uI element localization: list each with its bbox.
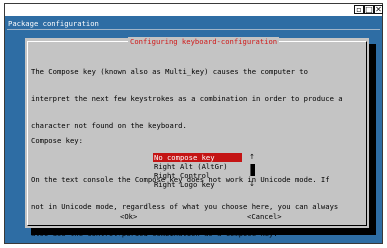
option-right-control[interactable]: Right Control — [153, 171, 242, 180]
option-right-alt[interactable]: Right Alt (AltGr) — [153, 162, 242, 171]
compose-key-list[interactable]: No compose key Right Alt (AltGr) Right C… — [153, 153, 243, 189]
terminal-screen: Package configuration Configuring keyboa… — [5, 16, 382, 243]
scroll-up-arrow-icon[interactable]: ↑ — [249, 153, 255, 161]
dialog-title-text: Configuring keyboard-configuration — [130, 37, 278, 46]
option-no-compose-key[interactable]: No compose key — [153, 153, 242, 162]
description-line: interpret the next few keystrokes as a c… — [31, 94, 343, 103]
terminal-window: ▫ □ ✕ Package configuration Configuring … — [4, 3, 383, 244]
close-icon: ✕ — [375, 5, 382, 14]
minimize-icon: ▫ — [356, 5, 362, 14]
close-button[interactable]: ✕ — [374, 5, 383, 14]
minimize-button[interactable]: ▫ — [354, 5, 364, 14]
maximize-button[interactable]: □ — [364, 5, 374, 14]
scroll-down-arrow-icon[interactable]: ↓ — [249, 180, 255, 188]
scrollbar-thumb[interactable] — [250, 164, 255, 176]
compose-key-prompt: Compose key: — [31, 136, 83, 145]
description-line: also use the Control+period combination … — [31, 229, 278, 238]
title-divider — [7, 29, 380, 30]
description-line: character not found on the keyboard. — [31, 121, 187, 130]
description-line: The Compose key (known also as Multi_key… — [31, 67, 308, 76]
package-configuration-title: Package configuration — [8, 19, 99, 28]
cancel-button[interactable]: <Cancel> — [247, 212, 282, 221]
dialog-title: Configuring keyboard-configuration — [128, 37, 280, 46]
ok-button[interactable]: <Ok> — [120, 212, 137, 221]
configuration-dialog: Configuring keyboard-configuration The C… — [25, 37, 369, 238]
list-scrollbar[interactable]: ↑ ↓ — [249, 153, 255, 189]
description-line: not in Unicode mode, regardless of what … — [31, 202, 339, 211]
dialog-description: The Compose key (known also as Multi_key… — [31, 49, 363, 243]
option-right-logo-key[interactable]: Right Logo key — [153, 180, 242, 189]
maximize-icon: □ — [365, 5, 373, 14]
